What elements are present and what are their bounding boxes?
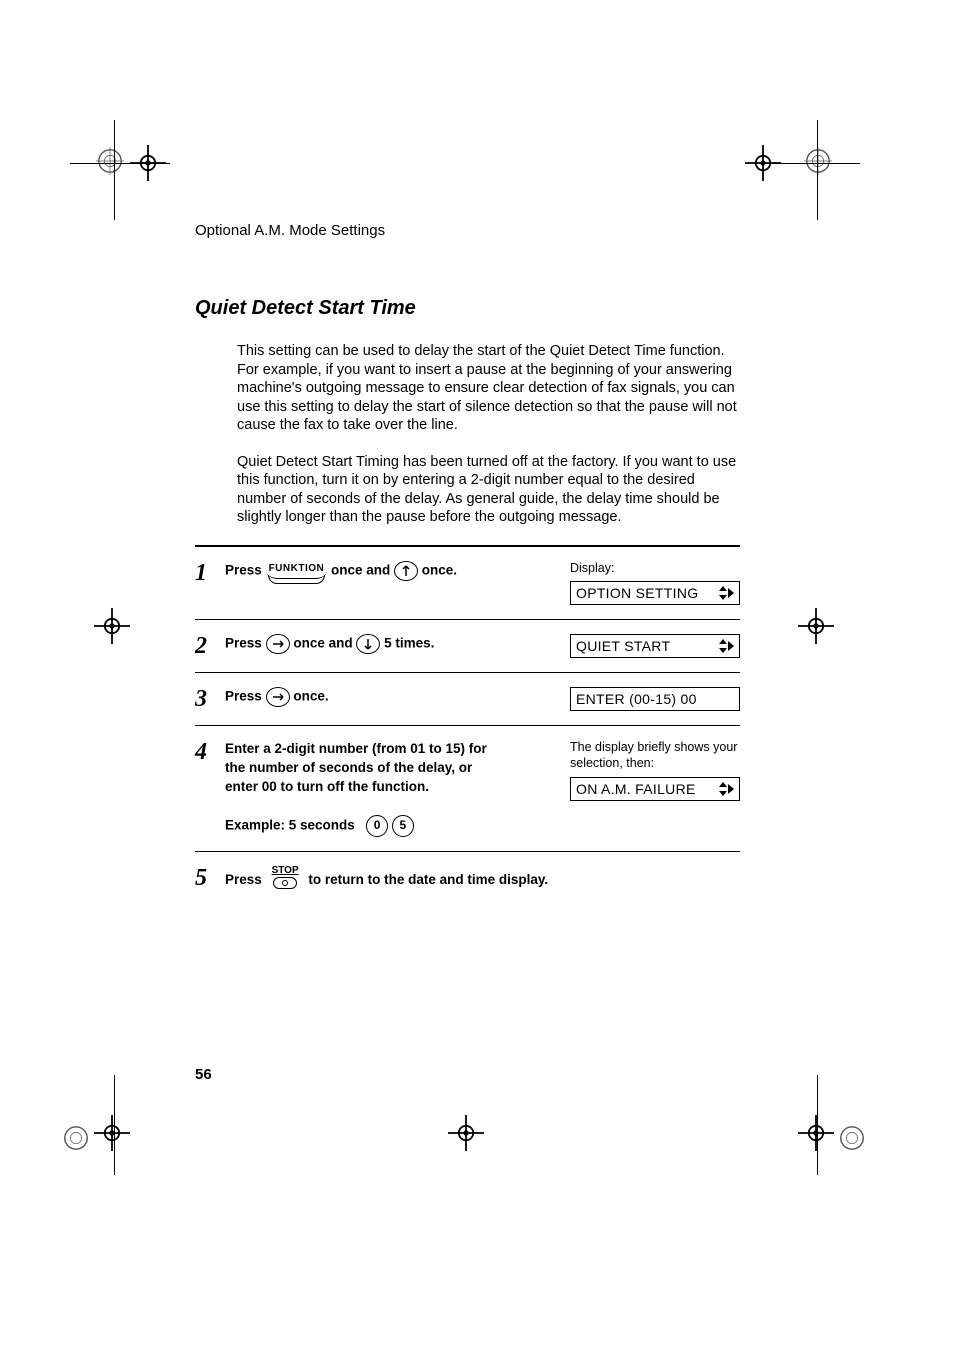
stop-key-icon: STOP	[272, 866, 299, 895]
step-number: 2	[195, 634, 225, 658]
step-4: 4 Enter a 2-digit number (from 01 to 15)…	[195, 726, 740, 852]
lcd-display: OPTION SETTING	[570, 581, 740, 605]
example-line: Example: 5 seconds 0 5	[225, 815, 550, 837]
crop-line	[817, 1075, 818, 1175]
numkey-0-icon: 0	[366, 815, 388, 837]
crop-line	[114, 1075, 115, 1175]
updown-arrow-icon	[719, 586, 734, 600]
step-number: 4	[195, 740, 225, 837]
updown-arrow-icon	[719, 639, 734, 653]
running-header: Optional A.M. Mode Settings	[195, 222, 740, 239]
crop-line	[70, 163, 170, 164]
step-number: 5	[195, 866, 225, 895]
step-instruction: Press STOP to return to the date and tim…	[225, 866, 740, 895]
step-instruction: Press once.	[225, 687, 550, 707]
text: Press	[225, 872, 262, 887]
lcd-text: OPTION SETTING	[576, 585, 698, 601]
crop-line	[760, 163, 860, 164]
section-title: Quiet Detect Start Time	[195, 297, 740, 320]
right-arrow-key-icon	[266, 687, 290, 707]
step-instruction: Enter a 2-digit number (from 01 to 15) f…	[225, 740, 550, 837]
down-arrow-key-icon	[356, 634, 380, 654]
document-page: Optional A.M. Mode Settings Quiet Detect…	[0, 0, 954, 1351]
crop-line	[817, 120, 818, 220]
text: once and	[331, 562, 394, 577]
function-key-icon: FUNKTION	[266, 562, 328, 579]
step-3: 3 Press once. ENTER (00-15) 00	[195, 673, 740, 726]
crosshair-icon	[94, 1115, 130, 1151]
stop-label: STOP	[272, 866, 299, 876]
step-number: 3	[195, 687, 225, 711]
right-arrow-key-icon	[266, 634, 290, 654]
step-1: 1 Press FUNKTION once and once. Display:	[195, 547, 740, 620]
crosshair-icon	[94, 608, 130, 644]
step-display: ENTER (00-15) 00	[550, 687, 740, 711]
paragraph: Quiet Detect Start Timing has been turne…	[237, 453, 747, 527]
text: to return to the date and time display.	[308, 872, 548, 887]
lcd-display: ENTER (00-15) 00	[570, 687, 740, 711]
step-2: 2 Press once and 5 times.	[195, 620, 740, 673]
step-instruction: Press FUNKTION once and once.	[225, 561, 550, 581]
crosshair-icon	[798, 608, 834, 644]
text: Press	[225, 562, 262, 577]
page-content: Optional A.M. Mode Settings Quiet Detect…	[195, 222, 740, 908]
steps-list: 1 Press FUNKTION once and once. Display:	[195, 545, 740, 909]
step-display: QUIET START	[550, 634, 740, 658]
text: Press	[225, 635, 262, 650]
lcd-text: ON A.M. FAILURE	[576, 781, 696, 797]
crosshair-icon	[448, 1115, 484, 1151]
registration-mark-icon	[804, 147, 832, 175]
text: once and	[293, 635, 356, 650]
registration-mark-icon	[838, 1124, 866, 1152]
up-arrow-key-icon	[394, 561, 418, 581]
numkey-5-icon: 5	[392, 815, 414, 837]
display-note: The display briefly shows your selection…	[570, 740, 740, 771]
text: Press	[225, 688, 262, 703]
lcd-display: QUIET START	[570, 634, 740, 658]
step-number: 1	[195, 561, 225, 605]
text: 5 times.	[384, 635, 434, 650]
body-text: This setting can be used to delay the st…	[237, 342, 747, 527]
registration-mark-icon	[62, 1124, 90, 1152]
registration-mark-icon	[96, 147, 124, 175]
step-instruction: Press once and 5 times.	[225, 634, 550, 654]
crosshair-icon	[798, 1115, 834, 1151]
step-display: The display briefly shows your selection…	[550, 740, 740, 801]
text: Example: 5 seconds	[225, 817, 355, 832]
step-display: Display: OPTION SETTING	[550, 561, 740, 605]
display-label: Display:	[570, 561, 740, 575]
lcd-text: ENTER (00-15) 00	[576, 691, 697, 707]
lcd-display: ON A.M. FAILURE	[570, 777, 740, 801]
lcd-text: QUIET START	[576, 638, 670, 654]
text: once.	[422, 562, 457, 577]
text: once.	[293, 688, 328, 703]
crop-line	[114, 120, 115, 220]
paragraph: This setting can be used to delay the st…	[237, 342, 747, 435]
page-number: 56	[195, 1066, 212, 1083]
text: Enter a 2-digit number (from 01 to 15) f…	[225, 740, 505, 797]
updown-arrow-icon	[719, 782, 734, 796]
step-5: 5 Press STOP to return to the date and t…	[195, 852, 740, 909]
